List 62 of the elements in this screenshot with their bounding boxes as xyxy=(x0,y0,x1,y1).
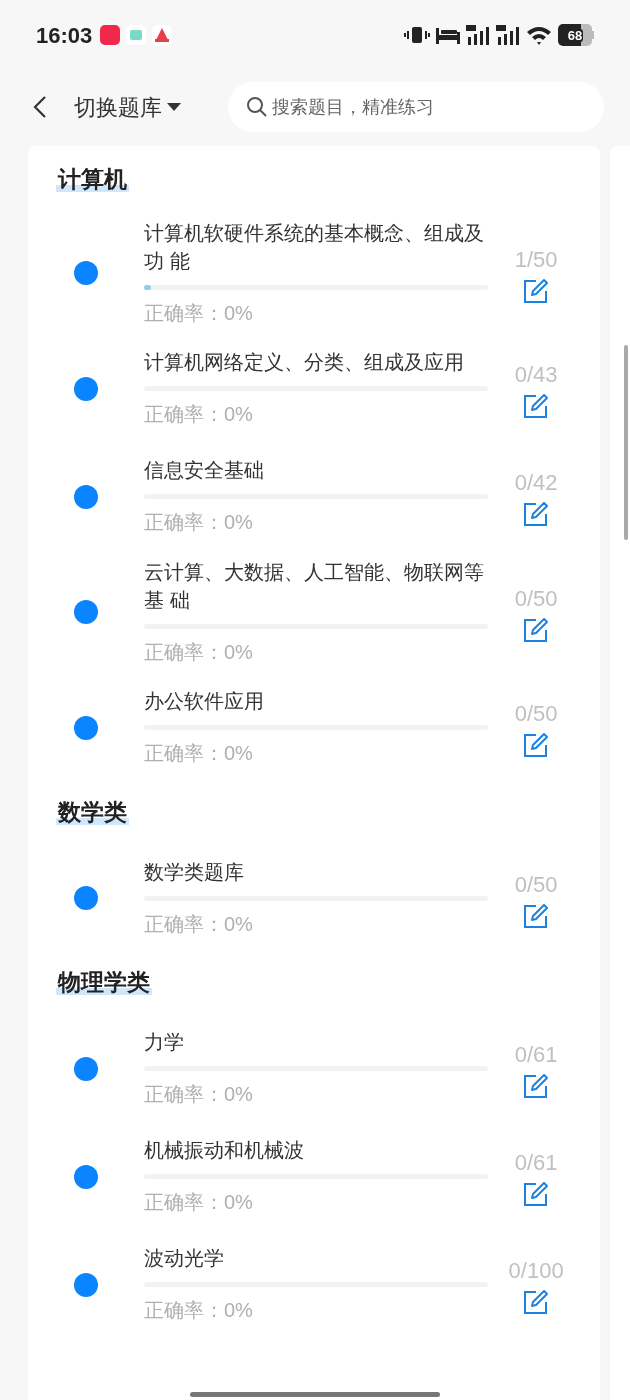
question-count: 0/61 xyxy=(514,1041,558,1069)
question-count: 0/100 xyxy=(508,1257,564,1285)
topic-title: 数学类题库 xyxy=(144,859,245,885)
topic-title: 波动光学 xyxy=(144,1246,225,1271)
app-notification-icon xyxy=(126,25,147,45)
question-count: 0/43 xyxy=(514,361,558,389)
topic-title: 信息安全基础 xyxy=(144,458,265,483)
app-notification-icon xyxy=(100,25,121,45)
edit-icon[interactable] xyxy=(523,1289,550,1315)
topic-title: 机械振动和机械波 xyxy=(144,1138,305,1163)
signal-icon xyxy=(466,25,490,45)
search-field[interactable]: 搜索题目，精准练习 xyxy=(228,82,604,132)
edit-icon[interactable] xyxy=(523,501,550,527)
topic-item[interactable]: 数学类题库 正确率：0% 0/50 xyxy=(28,851,601,959)
vibrate-icon xyxy=(404,25,430,45)
search-icon xyxy=(246,96,268,118)
topic-title: 计算机软硬件系统的基本概念、组成及功 能 xyxy=(144,220,485,274)
accuracy-text: 正确率：0% xyxy=(144,300,254,326)
question-count: 0/61 xyxy=(514,1149,558,1177)
topic-item[interactable]: 办公软件应用 正确率：0% 0/50 xyxy=(28,680,601,789)
accuracy-text: 正确率：0% xyxy=(144,1298,254,1323)
question-count: 0/42 xyxy=(514,469,558,497)
accuracy-text: 正确率：0% xyxy=(144,741,254,766)
edit-icon[interactable] xyxy=(523,1073,550,1099)
wifi-icon xyxy=(526,25,552,45)
question-count: 1/50 xyxy=(514,245,558,274)
edit-icon[interactable] xyxy=(523,277,550,304)
accuracy-text: 正确率：0% xyxy=(144,1190,254,1215)
bank-switch-dropdown[interactable]: 切换题库 xyxy=(74,90,182,124)
section-heading: 计算机 xyxy=(56,166,129,192)
topic-title: 计算机网络定义、分类、组成及应用 xyxy=(144,350,465,375)
section-heading: 数学类 xyxy=(56,798,129,825)
status-time: 16:03 xyxy=(36,21,93,50)
section-heading: 物理学类 xyxy=(56,969,152,995)
accuracy-text: 正确率：0% xyxy=(144,510,254,535)
edit-icon[interactable] xyxy=(523,902,550,929)
topic-item[interactable]: 计算机网络定义、分类、组成及应用 正确率：0% 0/43 xyxy=(28,341,601,450)
topic-item[interactable]: 力学 正确率：0% 0/61 xyxy=(28,1021,601,1130)
topic-item[interactable]: 信息安全基础 正确率：0% 0/42 xyxy=(28,449,601,558)
topic-title: 力学 xyxy=(144,1030,185,1055)
topic-title: 云计算、大数据、人工智能、物联网等基 础 xyxy=(144,559,485,613)
question-count: 0/50 xyxy=(514,700,558,728)
question-count: 0/50 xyxy=(514,584,558,613)
topic-item[interactable]: 云计算、大数据、人工智能、物联网等基 础 正确率：0% 0/50 xyxy=(28,557,601,681)
topic-item[interactable]: 机械振动和机械波 正确率：0% 0/61 xyxy=(28,1129,601,1238)
accuracy-text: 正确率：0% xyxy=(144,639,254,665)
app-notification-icon xyxy=(152,25,173,45)
edit-icon[interactable] xyxy=(523,732,550,758)
topic-title: 办公软件应用 xyxy=(144,689,265,714)
question-count: 0/50 xyxy=(514,870,558,899)
accuracy-text: 正确率：0% xyxy=(144,402,254,427)
edit-icon[interactable] xyxy=(523,616,550,643)
topic-item[interactable]: 波动光学 正确率：0% 0/100 xyxy=(28,1237,601,1346)
accuracy-text: 正确率：0% xyxy=(144,1082,254,1107)
signal-icon xyxy=(496,25,520,45)
topic-item[interactable]: 计算机软硬件系统的基本概念、组成及功 能 正确率：0% 1/50 xyxy=(28,218,601,342)
accuracy-text: 正确率：0% xyxy=(144,911,254,937)
caret-icon xyxy=(166,102,182,112)
edit-icon[interactable] xyxy=(523,393,550,419)
battery-level: 68 xyxy=(566,28,584,42)
edit-icon[interactable] xyxy=(523,1181,550,1207)
bed-icon xyxy=(436,26,460,44)
